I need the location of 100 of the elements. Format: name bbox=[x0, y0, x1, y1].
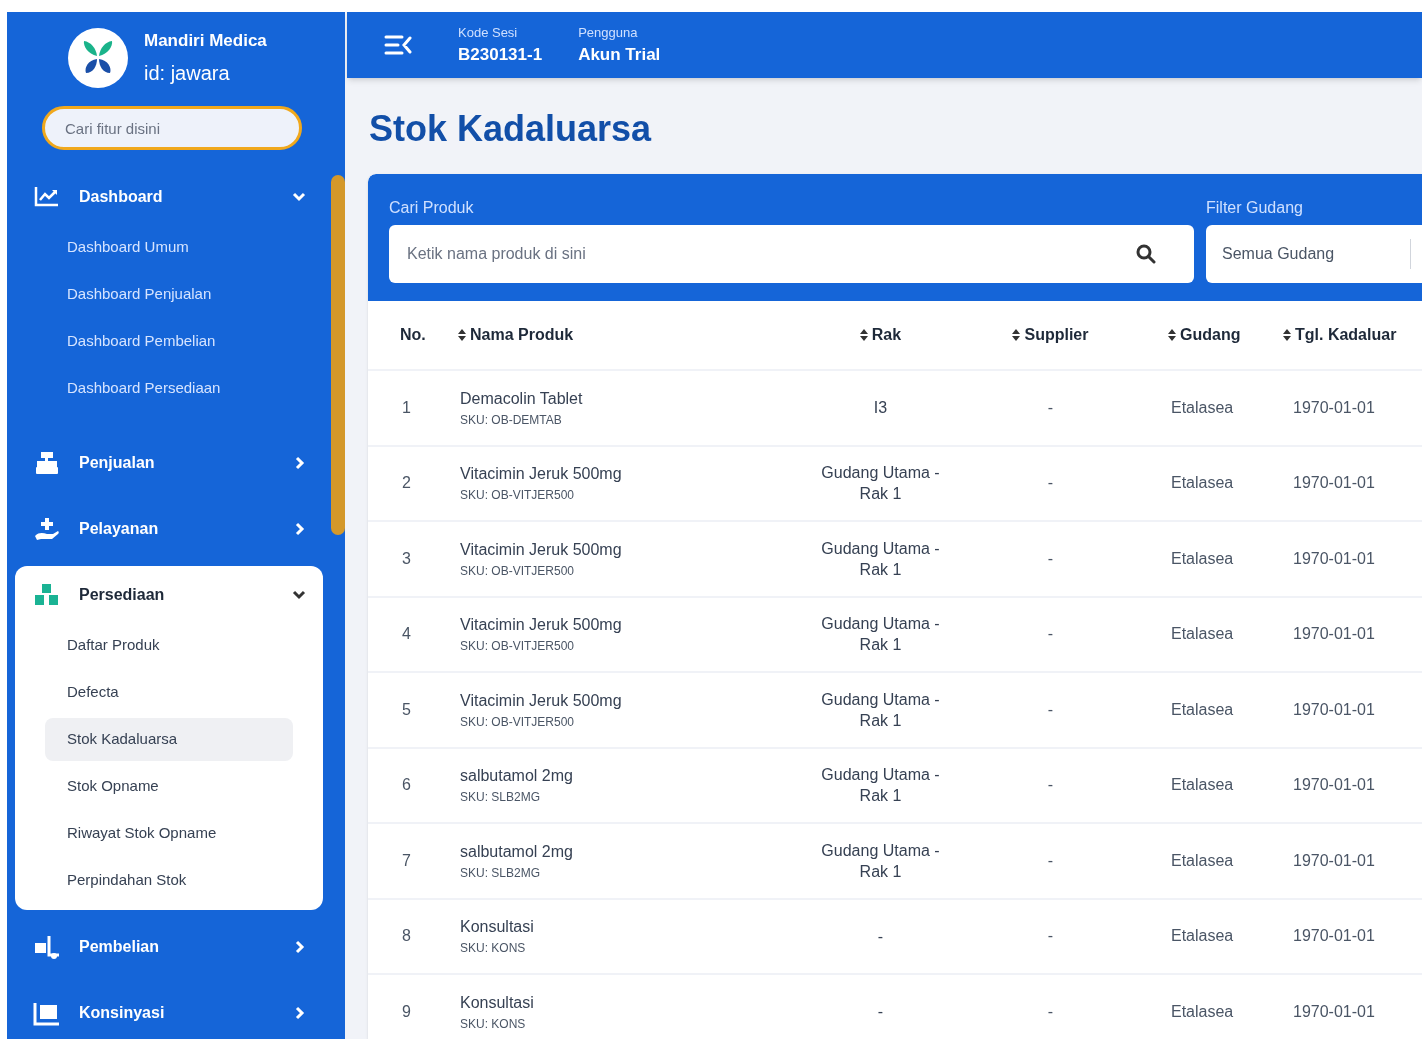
table-cell-text: 1970-01-01 bbox=[1292, 850, 1376, 871]
menu-collapse-icon[interactable] bbox=[384, 34, 412, 56]
menu-item[interactable]: Pembelian bbox=[15, 918, 323, 976]
submenu-item[interactable]: Dashboard Umum bbox=[45, 226, 293, 269]
table-cell-text: 9 bbox=[401, 1001, 412, 1022]
field-label: Cari Produk bbox=[389, 198, 475, 218]
table-cell-text: Gudang Utama - Rak 1 bbox=[820, 463, 941, 505]
field-value: B230131-1 bbox=[458, 44, 543, 66]
table-cell-text: I3 bbox=[873, 398, 888, 419]
submenu-item[interactable]: Dashboard Penjualan bbox=[45, 273, 293, 316]
submenu-item[interactable]: Dashboard Persediaan bbox=[45, 367, 293, 410]
menu-item[interactable]: Pelayanan bbox=[15, 500, 323, 558]
column-header[interactable]: Supplier bbox=[978, 323, 1123, 347]
sort-icon bbox=[1283, 329, 1291, 341]
table-cell-text: 3 bbox=[401, 548, 412, 569]
column-header[interactable]: Gudang bbox=[1123, 323, 1243, 347]
menu-icon bbox=[33, 1000, 61, 1026]
table-cell-text: Etalasea bbox=[1170, 473, 1235, 494]
table-cell-text: 1970-01-01 bbox=[1292, 548, 1376, 569]
brand-name: Mandiri Medica bbox=[144, 30, 267, 53]
table-cell-text: 1970-01-01 bbox=[1292, 775, 1376, 796]
menu-icon bbox=[33, 516, 61, 542]
page-title: Stok Kadaluarsa bbox=[369, 107, 653, 151]
table-cell-text: - bbox=[1046, 850, 1055, 871]
table-cell-text: 1970-01-01 bbox=[1292, 624, 1376, 645]
submenu-item[interactable]: Daftar Produk bbox=[45, 624, 293, 667]
search-field[interactable]: Cari fitur disini bbox=[42, 106, 302, 150]
table-cell-text: - bbox=[877, 1002, 884, 1023]
column-header[interactable]: Tgl. Kadaluar bbox=[1243, 323, 1422, 347]
product-name: Vitacimin Jeruk 500mg bbox=[460, 690, 623, 711]
sort-icon bbox=[1168, 329, 1176, 341]
product-name: salbutamol 2mg bbox=[460, 841, 574, 862]
table-cell-text: 8 bbox=[401, 926, 412, 947]
field-value: Akun Trial bbox=[578, 44, 661, 66]
menu-item[interactable]: Dashboard bbox=[15, 168, 323, 226]
table-cell-text: 1970-01-01 bbox=[1292, 1001, 1376, 1022]
field-label: Filter Gudang bbox=[1206, 198, 1304, 218]
product-name: Vitacimin Jeruk 500mg bbox=[460, 615, 623, 636]
submenu-item[interactable]: Perpindahan Stok bbox=[45, 859, 293, 902]
table-cell-text: - bbox=[1046, 699, 1055, 720]
account-id: id: jawara bbox=[144, 60, 231, 86]
submenu-item[interactable]: Dashboard Pembelian bbox=[45, 320, 293, 363]
table-cell-text: Etalasea bbox=[1170, 1001, 1235, 1022]
table-cell-text: Etalasea bbox=[1170, 850, 1235, 871]
search-icon bbox=[1136, 244, 1156, 264]
product-name: Konsultasi bbox=[460, 992, 535, 1013]
table-cell-text: Gudang Utama - Rak 1 bbox=[820, 840, 941, 882]
table-cell-text: - bbox=[1046, 1001, 1055, 1022]
table-cell-text: - bbox=[1046, 775, 1055, 796]
table-cell-text: - bbox=[1046, 926, 1055, 947]
table-cell-text: Etalasea bbox=[1170, 699, 1235, 720]
logo-icon bbox=[68, 28, 128, 88]
submenu-item[interactable]: Stok Kadaluarsa bbox=[45, 718, 293, 761]
field-label: Kode Sesi bbox=[458, 23, 519, 42]
product-sku: SKU: OB-VITJER500 bbox=[460, 562, 576, 580]
column-header[interactable]: Nama Produk bbox=[453, 323, 783, 347]
submenu-item[interactable]: Defecta bbox=[45, 671, 293, 714]
submenu-item[interactable]: Stok Opname bbox=[45, 765, 293, 808]
menu-icon bbox=[33, 582, 61, 608]
scrollbar-thumb[interactable] bbox=[331, 175, 345, 535]
table-cell-text: Gudang Utama - Rak 1 bbox=[820, 538, 941, 580]
menu-item[interactable]: Penjualan bbox=[15, 434, 323, 492]
column-header[interactable]: Rak bbox=[783, 323, 978, 347]
table-cell-text: - bbox=[1046, 397, 1055, 418]
column-header: No. bbox=[399, 325, 427, 345]
table-cell-text: - bbox=[877, 926, 884, 947]
menu-icon bbox=[33, 934, 61, 960]
table-cell-text: - bbox=[1046, 548, 1055, 569]
table-cell-text: 5 bbox=[401, 699, 412, 720]
table-cell-text: 1970-01-01 bbox=[1292, 926, 1376, 947]
sort-icon bbox=[1012, 329, 1021, 341]
table-cell-text: Etalasea bbox=[1170, 548, 1235, 569]
table-cell-text: 1 bbox=[401, 397, 412, 418]
table-cell-text: Gudang Utama - Rak 1 bbox=[820, 689, 941, 731]
menu-icon bbox=[33, 450, 61, 476]
product-sku: SKU: KONS bbox=[460, 1015, 527, 1033]
table-cell-text: Gudang Utama - Rak 1 bbox=[820, 765, 941, 807]
field-label: Pengguna bbox=[578, 23, 639, 42]
table-cell-text: Etalasea bbox=[1170, 624, 1235, 645]
table-cell-text: 1970-01-01 bbox=[1292, 699, 1376, 720]
table-cell-text: - bbox=[1046, 473, 1055, 494]
warehouse-select[interactable]: Semua Gudang bbox=[1206, 225, 1422, 283]
product-name: Konsultasi bbox=[460, 917, 535, 938]
sort-icon bbox=[458, 329, 466, 341]
product-search-field[interactable]: Ketik nama produk di sini bbox=[389, 225, 1194, 283]
submenu-item[interactable]: Riwayat Stok Opname bbox=[45, 812, 293, 855]
product-sku: SKU: OB-VITJER500 bbox=[460, 638, 576, 656]
menu-item[interactable]: Konsinyasi bbox=[15, 984, 323, 1039]
product-sku: SKU: SLB2MG bbox=[460, 864, 542, 882]
table-cell-text: 7 bbox=[401, 850, 412, 871]
menu-item[interactable]: Persediaan bbox=[15, 566, 323, 624]
table-cell-text: 4 bbox=[401, 624, 412, 645]
product-name: Vitacimin Jeruk 500mg bbox=[460, 539, 623, 560]
product-name: Vitacimin Jeruk 500mg bbox=[460, 464, 623, 485]
table-cell-text: Gudang Utama - Rak 1 bbox=[820, 614, 941, 656]
sort-icon bbox=[859, 329, 868, 341]
table-cell-text: Etalasea bbox=[1170, 397, 1235, 418]
product-sku: SKU: OB-VITJER500 bbox=[460, 713, 576, 731]
product-sku: SKU: KONS bbox=[460, 940, 527, 958]
product-name: salbutamol 2mg bbox=[460, 766, 574, 787]
